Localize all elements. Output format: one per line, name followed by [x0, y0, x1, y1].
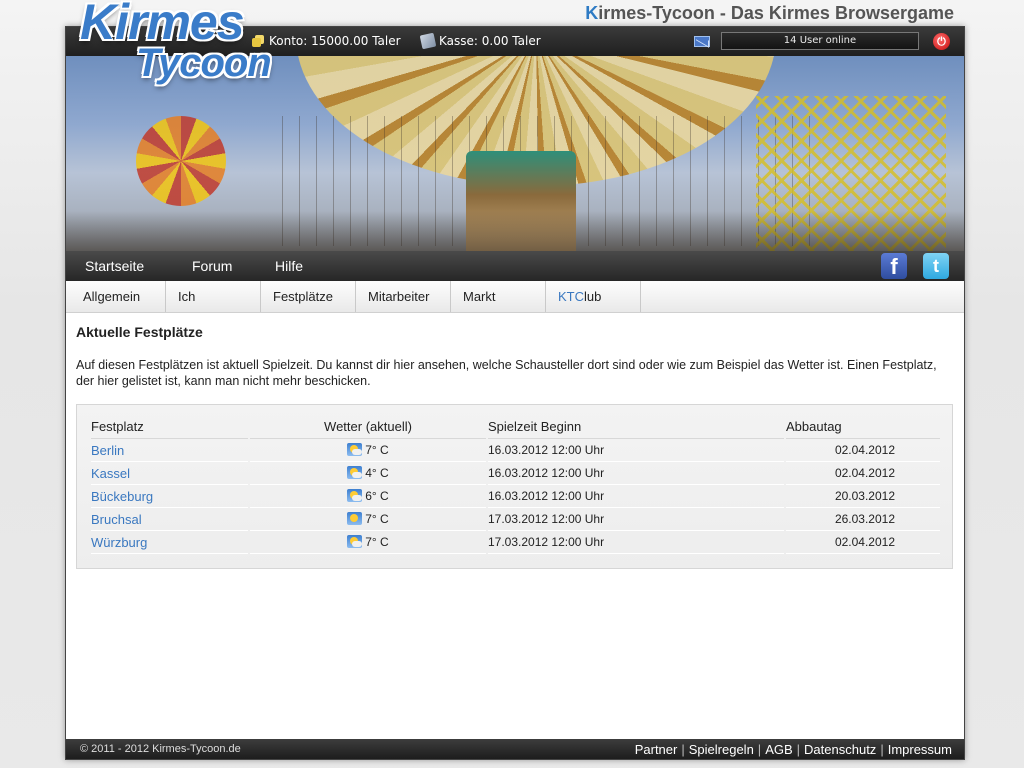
festplaetze-table: Festplatz Wetter (aktuell) Spielzeit Beg…	[89, 415, 942, 554]
festplatz-link[interactable]: Bruchsal	[91, 508, 248, 531]
table-row: Würzburg 7° C 17.03.2012 12:00 Uhr 02.04…	[91, 531, 940, 554]
konto-balance: Konto: 15000.00 Taler	[251, 34, 401, 48]
tab-ich[interactable]: Ich	[166, 281, 261, 312]
intro-text: Auf diesen Festplätzen ist aktuell Spiel…	[76, 358, 937, 388]
sun-cloud-icon	[347, 466, 363, 479]
sun-cloud-icon	[347, 535, 363, 548]
end-cell: 20.03.2012	[786, 485, 940, 508]
festplatz-link[interactable]: Würzburg	[91, 531, 248, 554]
kirmes-tycoon-logo[interactable]: Kirmes Tycoon	[80, 0, 272, 85]
tab-ktclub[interactable]: KTClub	[546, 281, 641, 312]
kasse-label: Kasse: 0.00 Taler	[439, 34, 541, 48]
logo-line1: Kirmes	[80, 0, 245, 50]
start-cell: 17.03.2012 12:00 Uhr	[488, 531, 784, 554]
start-cell: 16.03.2012 12:00 Uhr	[488, 439, 784, 462]
start-cell: 16.03.2012 12:00 Uhr	[488, 462, 784, 485]
footer-link-impressum[interactable]: Impressum	[888, 742, 952, 757]
sun-cloud-icon	[347, 489, 363, 502]
tab-markt[interactable]: Markt	[451, 281, 546, 312]
footer-link-partner[interactable]: Partner	[635, 742, 678, 757]
ktclub-c: C	[574, 289, 585, 304]
tab-mitarbeiter[interactable]: Mitarbeiter	[356, 281, 451, 312]
logout-power-icon[interactable]: ⏻	[933, 33, 950, 50]
start-cell: 16.03.2012 12:00 Uhr	[488, 485, 784, 508]
facebook-icon[interactable]: f	[881, 253, 907, 279]
festplatz-link[interactable]: Kassel	[91, 462, 248, 485]
page-title: Aktuelle Festplätze	[76, 324, 203, 340]
end-cell: 26.03.2012	[786, 508, 940, 531]
tab-festplaetze[interactable]: Festplätze	[261, 281, 356, 312]
weather-cell: 6° C	[250, 485, 486, 508]
footer-link-datenschutz[interactable]: Datenschutz	[804, 742, 876, 757]
festplatz-link[interactable]: Bückeburg	[91, 485, 248, 508]
kasse-balance: Kasse: 0.00 Taler	[419, 32, 541, 50]
nav-forum[interactable]: Forum	[192, 258, 232, 274]
table-row: Kassel 4° C 16.03.2012 12:00 Uhr 02.04.2…	[91, 462, 940, 485]
festplaetze-table-box: Festplatz Wetter (aktuell) Spielzeit Beg…	[76, 404, 953, 569]
separator: |	[681, 742, 685, 757]
nav-hilfe[interactable]: Hilfe	[275, 258, 303, 274]
header-abbautag: Abbautag	[786, 415, 940, 439]
weather-cell: 7° C	[250, 531, 486, 554]
site-title: Kirmes-Tycoon - Das Kirmes Browsergame	[585, 3, 954, 23]
temperature: 6° C	[365, 489, 389, 503]
weather-cell: 4° C	[250, 462, 486, 485]
tab-allgemein[interactable]: Allgemein	[71, 281, 166, 312]
header-banner-image	[66, 56, 964, 251]
sun-icon	[347, 512, 363, 525]
logo-line2: Tycoon	[136, 41, 272, 85]
footer-link-agb[interactable]: AGB	[765, 742, 792, 757]
twitter-icon[interactable]: t	[923, 253, 949, 279]
end-cell: 02.04.2012	[786, 439, 940, 462]
end-cell: 02.04.2012	[786, 462, 940, 485]
footer-links: Partner | Spielregeln | AGB | Datenschutz | Impr…	[635, 742, 952, 757]
cash-icon	[419, 32, 437, 50]
ktclub-kt: KT	[558, 289, 575, 304]
weather-cell: 7° C	[250, 439, 486, 462]
temperature: 7° C	[365, 535, 389, 549]
weather-cell: 7° C	[250, 508, 486, 531]
temperature: 7° C	[365, 443, 389, 457]
footer-link-spielregeln[interactable]: Spielregeln	[689, 742, 754, 757]
copyright: © 2011 - 2012 Kirmes-Tycoon.de	[80, 743, 241, 755]
header-wetter: Wetter (aktuell)	[250, 415, 486, 439]
ktclub-lub: lub	[584, 289, 602, 304]
table-row: Bückeburg 6° C 16.03.2012 12:00 Uhr 20.0…	[91, 485, 940, 508]
header-spielzeit-beginn: Spielzeit Beginn	[488, 415, 784, 439]
banner-ground	[66, 211, 964, 251]
mail-icon[interactable]	[694, 36, 710, 47]
header-festplatz: Festplatz	[91, 415, 248, 439]
separator: |	[757, 742, 762, 757]
page-frame: Konto: 15000.00 Taler Kasse: 0.00 Taler …	[65, 26, 965, 760]
temperature: 4° C	[365, 466, 389, 480]
festplatz-link[interactable]: Berlin	[91, 439, 248, 462]
users-online[interactable]: 14 User online	[721, 32, 919, 50]
separator: |	[796, 742, 801, 757]
separator: |	[880, 742, 884, 757]
sub-nav: Allgemein Ich Festplätze Mitarbeiter Mar…	[66, 281, 964, 313]
table-row: Berlin 7° C 16.03.2012 12:00 Uhr 02.04.2…	[91, 439, 940, 462]
end-cell: 02.04.2012	[786, 531, 940, 554]
konto-label: Konto: 15000.00 Taler	[269, 34, 401, 48]
banner-ride-left	[136, 116, 226, 206]
main-nav: Startseite Forum Hilfe f t	[66, 251, 964, 281]
table-row: Bruchsal 7° C 17.03.2012 12:00 Uhr 26.03…	[91, 508, 940, 531]
nav-startseite[interactable]: Startseite	[85, 258, 144, 274]
table-header-row: Festplatz Wetter (aktuell) Spielzeit Beg…	[91, 415, 940, 439]
footer: © 2011 - 2012 Kirmes-Tycoon.de Partner | S…	[66, 739, 964, 759]
temperature: 7° C	[365, 512, 389, 526]
sun-cloud-icon	[347, 443, 363, 456]
start-cell: 17.03.2012 12:00 Uhr	[488, 508, 784, 531]
